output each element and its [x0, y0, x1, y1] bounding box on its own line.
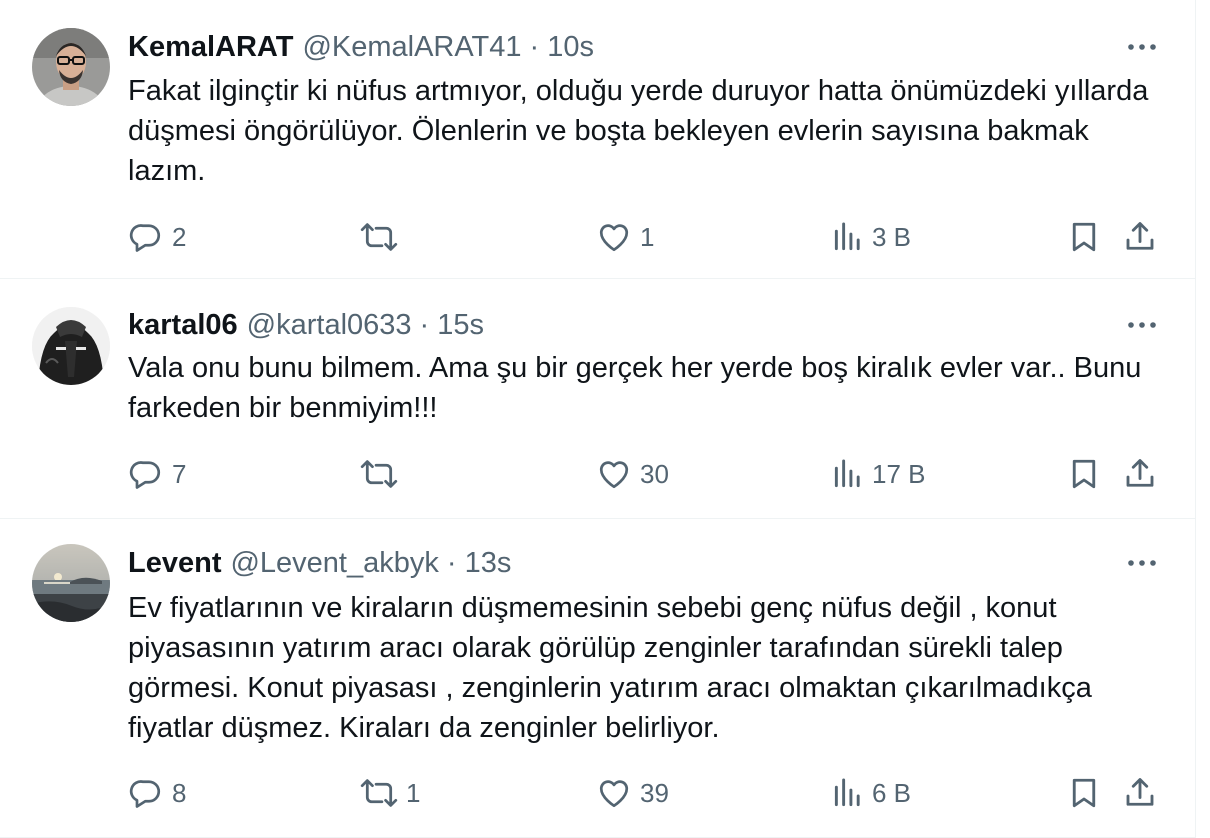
timeline: KemalARAT @KemalARAT41 · 10s Fakat ilgin… [0, 0, 1196, 838]
like-count: 39 [640, 777, 669, 808]
reply-button[interactable]: 2 [128, 215, 186, 259]
bookmark-button[interactable] [1066, 452, 1102, 496]
avatar[interactable] [32, 307, 110, 385]
tweet-header: KemalARAT @KemalARAT41 · 10s [128, 29, 1116, 65]
views-button[interactable]: 6 B [832, 771, 911, 815]
share-button[interactable] [1122, 215, 1158, 259]
bookmark-button[interactable] [1066, 215, 1102, 259]
like-button[interactable]: 30 [596, 452, 669, 496]
views-icon [832, 456, 864, 492]
handle[interactable]: @Levent_akbyk [230, 547, 438, 580]
retweet-button[interactable] [360, 452, 406, 496]
retweet-button[interactable]: 1 [360, 771, 420, 815]
timestamp[interactable]: 10s [547, 31, 594, 64]
bookmark-button[interactable] [1066, 771, 1102, 815]
display-name[interactable]: kartal06 [128, 309, 238, 342]
reply-icon [128, 456, 164, 492]
retweet-button[interactable] [360, 215, 406, 259]
reply-count: 8 [172, 777, 187, 808]
tweet[interactable]: Levent @Levent_akbyk · 13s Ev fiyatların… [0, 519, 1196, 838]
views-icon [832, 219, 864, 255]
avatar[interactable] [32, 28, 110, 106]
bookmark-icon [1066, 775, 1102, 811]
avatar[interactable] [32, 544, 110, 622]
retweet-count: 1 [406, 777, 421, 808]
bookmark-icon [1066, 456, 1102, 492]
share-icon [1122, 219, 1158, 255]
views-button[interactable]: 3 B [832, 215, 911, 259]
like-count: 1 [640, 221, 655, 252]
handle[interactable]: @KemalARAT41 [302, 31, 521, 64]
like-count: 30 [640, 458, 669, 489]
reply-count: 7 [172, 458, 187, 489]
tweet-text: Ev fiyatlarının ve kiraların düşmemesini… [128, 592, 1092, 744]
retweet-icon [360, 219, 398, 255]
like-button[interactable]: 1 [596, 215, 654, 259]
reply-button[interactable]: 7 [128, 452, 186, 496]
bookmark-icon [1066, 219, 1102, 255]
views-icon [832, 775, 864, 811]
more-icon[interactable] [1122, 29, 1162, 65]
timestamp[interactable]: 13s [465, 547, 512, 580]
retweet-icon [360, 775, 398, 811]
tweet-header: kartal06 @kartal0633 · 15s [128, 307, 1116, 343]
more-icon[interactable] [1122, 307, 1162, 343]
reply-count: 2 [172, 221, 187, 252]
separator: · [419, 308, 430, 341]
action-bar: 7 30 17 B [128, 452, 1168, 496]
tweet-header: Levent @Levent_akbyk · 13s [128, 545, 1116, 581]
retweet-icon [360, 456, 398, 492]
tweet[interactable]: KemalARAT @KemalARAT41 · 10s Fakat ilgin… [0, 0, 1196, 279]
handle[interactable]: @kartal0633 [247, 309, 412, 342]
reply-icon [128, 219, 164, 255]
like-icon [596, 775, 632, 811]
reply-button[interactable]: 8 [128, 771, 186, 815]
tweet[interactable]: kartal06 @kartal0633 · 15s Vala onu bunu… [0, 279, 1196, 519]
action-bar: 8 1 39 6 B [128, 771, 1168, 815]
tweet-text: Fakat ilginçtir ki nüfus artmıyor, olduğ… [128, 75, 1149, 187]
action-bar: 2 1 3 B [128, 215, 1168, 259]
views-count: 17 B [872, 458, 926, 489]
views-count: 6 B [872, 777, 912, 808]
separator: · [529, 30, 540, 63]
views-count: 3 B [872, 221, 912, 252]
more-icon[interactable] [1122, 545, 1162, 581]
like-button[interactable]: 39 [596, 771, 669, 815]
like-icon [596, 219, 632, 255]
display-name[interactable]: Levent [128, 547, 221, 580]
like-icon [596, 456, 632, 492]
tweet-text: Vala onu bunu bilmem. Ama şu bir gerçek … [128, 352, 1142, 424]
share-button[interactable] [1122, 452, 1158, 496]
separator: · [446, 546, 457, 579]
timestamp[interactable]: 15s [437, 309, 484, 342]
share-icon [1122, 775, 1158, 811]
share-icon [1122, 456, 1158, 492]
reply-icon [128, 775, 164, 811]
share-button[interactable] [1122, 771, 1158, 815]
display-name[interactable]: KemalARAT [128, 31, 293, 64]
views-button[interactable]: 17 B [832, 452, 926, 496]
